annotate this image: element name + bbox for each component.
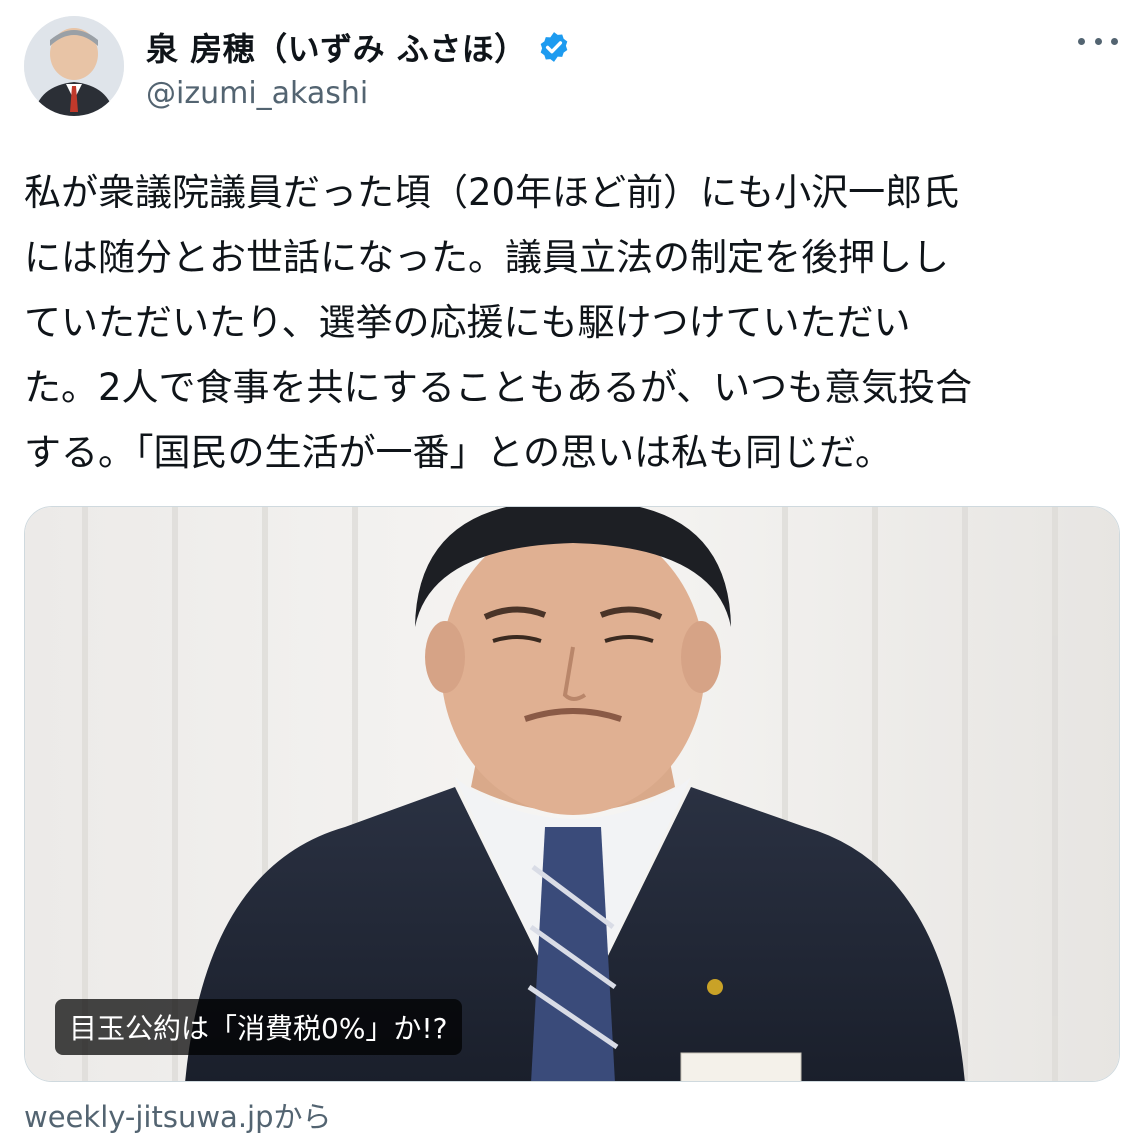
user-handle[interactable]: @izumi_akashi: [146, 76, 368, 111]
more-options-icon[interactable]: [1078, 26, 1118, 56]
avatar-image: [24, 16, 124, 116]
tweet-text: 私が衆議院議員だった頃（20年ほど前）にも小沢一郎氏 には随分とお世話になった。…: [24, 171, 973, 474]
more-dot: [1078, 37, 1085, 45]
more-dot: [1094, 37, 1102, 45]
card-image: [25, 507, 1119, 1081]
display-name[interactable]: 泉 房穂（いずみ ふさほ）: [146, 24, 527, 70]
verified-badge-icon: [540, 32, 568, 62]
tweet-header: 泉 房穂（いずみ ふさほ） @izumi_akashi: [24, 16, 1124, 126]
card-title: 目玉公約は「消費税0%」か!?: [55, 999, 462, 1055]
more-dot: [1111, 37, 1118, 45]
card-source-link[interactable]: weekly-jitsuwa.jpから: [24, 1094, 332, 1136]
name-row: 泉 房穂（いずみ ふさほ）: [146, 24, 571, 70]
link-card[interactable]: 目玉公約は「消費税0%」か!?: [24, 506, 1120, 1082]
avatar[interactable]: [24, 16, 124, 116]
